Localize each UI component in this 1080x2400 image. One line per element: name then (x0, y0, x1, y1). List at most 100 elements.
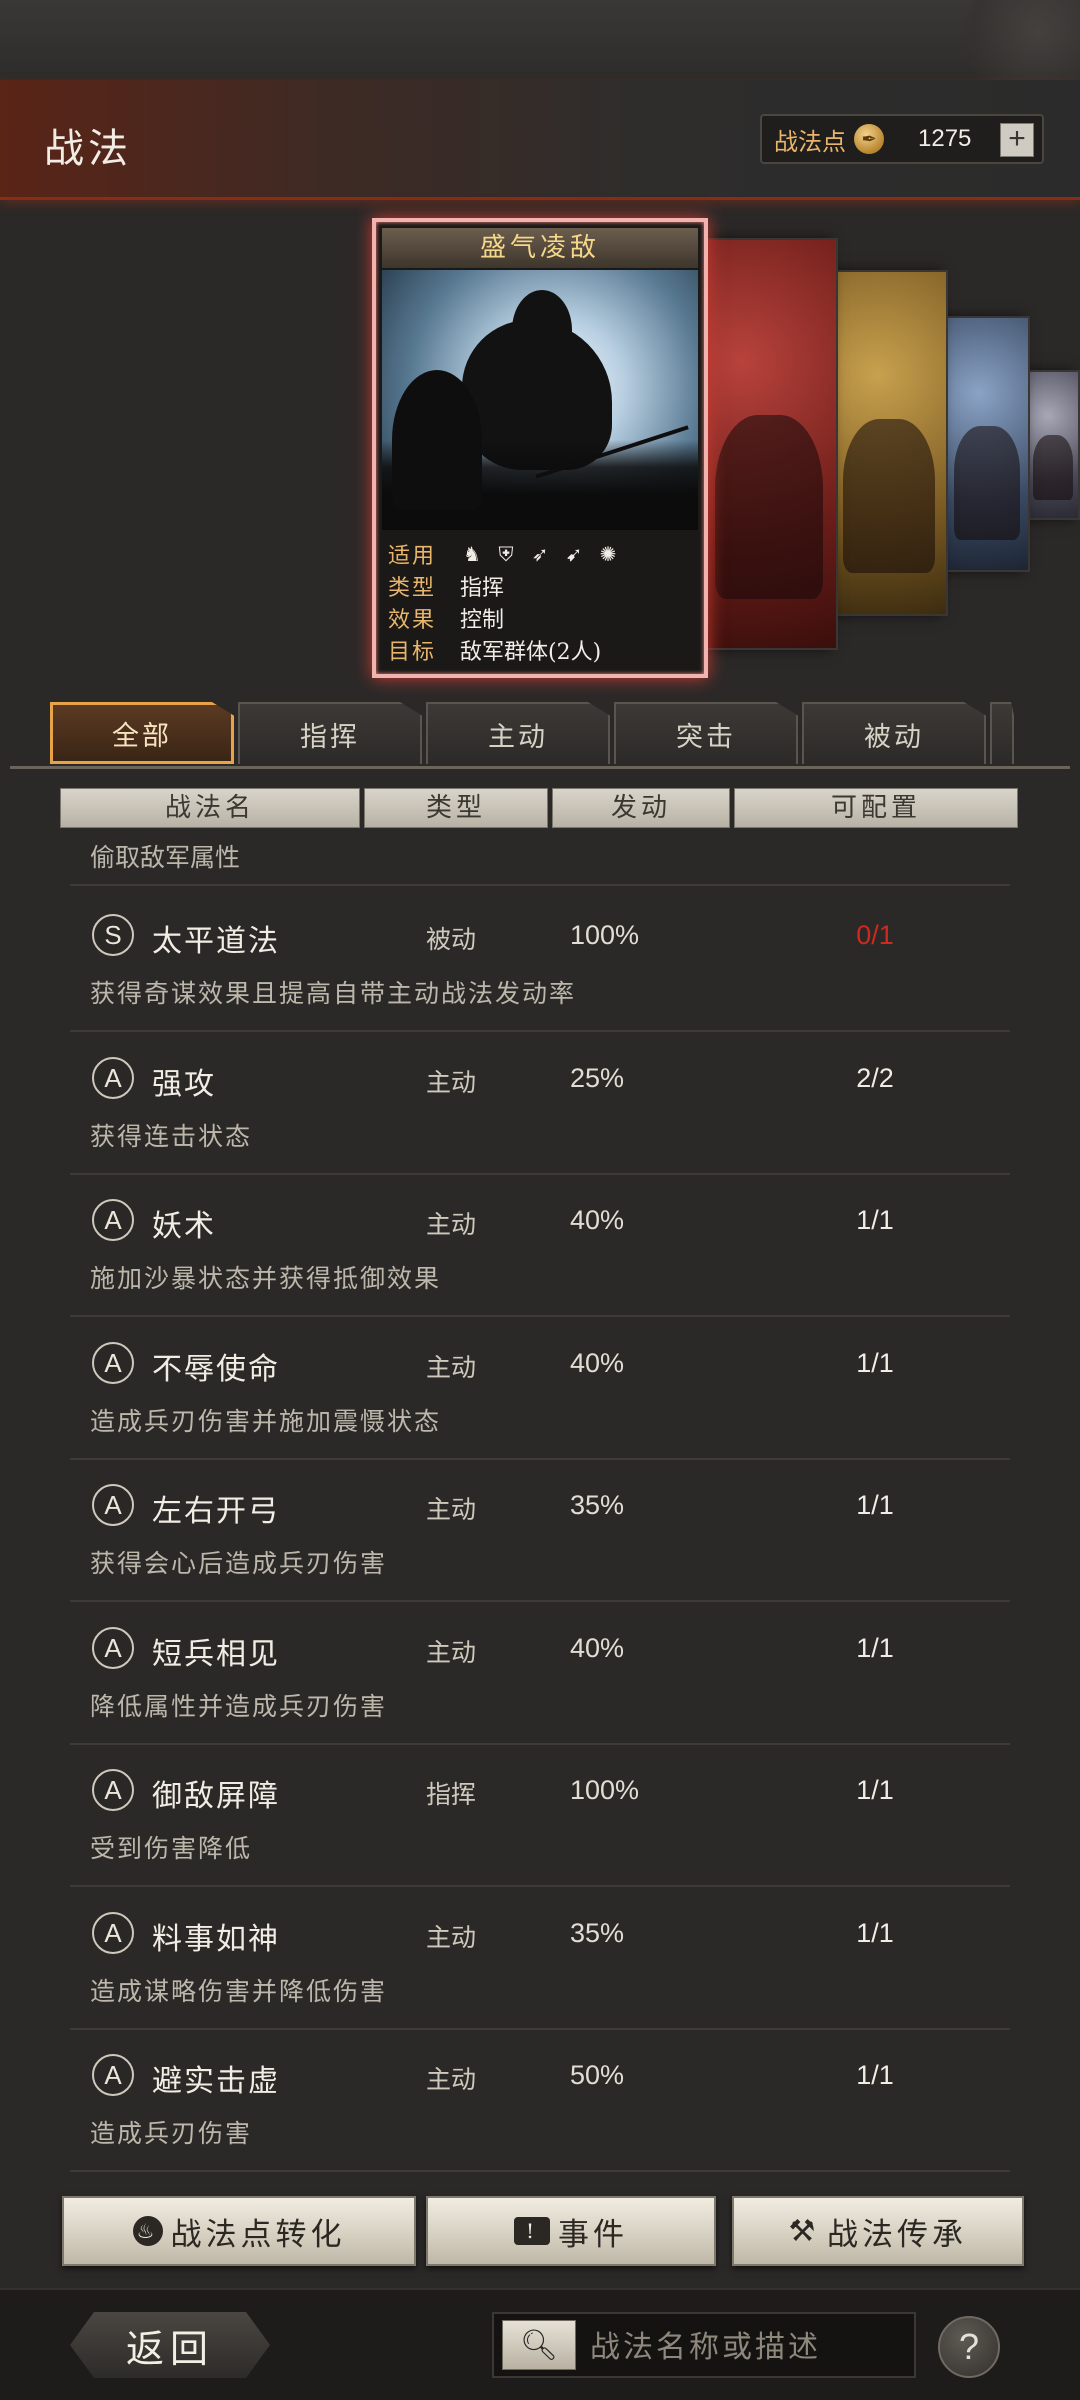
top-decoration (0, 0, 1080, 80)
back-button[interactable]: 返回 (70, 2312, 270, 2378)
spear-icon: ➹ (565, 542, 583, 566)
card-art (715, 415, 823, 600)
wheel-icon: ✺ (599, 542, 617, 566)
tactic-name: 太平道法 (152, 924, 280, 959)
tactic-description: 施加沙暴状态并获得抵御效果 (90, 1264, 442, 1293)
list-item[interactable]: A 不辱使命 主动 40% 1/1 造成兵刃伤害并施加震慑状态 (70, 1318, 1010, 1460)
tactic-name: 短兵相见 (152, 1636, 280, 1672)
events-button[interactable]: ! 事件 (426, 2196, 716, 2266)
tactic-list[interactable]: 偷取敌军属性 S 太平道法 被动 100% 0/1 获得奇谋效果且提高自带主动战法发动率 A… (0, 840, 1080, 2180)
target-value: 敌军群体(2人) (460, 640, 602, 665)
available-count: 1/1 (856, 1917, 894, 1948)
available-count: 1/1 (856, 1490, 894, 1520)
tactic-type: 主动 (426, 1922, 477, 1952)
tactic-description: 获得奇谋效果且提高自带主动战法发动率 (90, 979, 577, 1008)
grade-badge: A (92, 1341, 134, 1384)
list-item[interactable]: A 强攻 主动 25% 2/2 获得连击状态 (70, 1033, 1010, 1175)
list-item[interactable]: A 妖术 主动 40% 1/1 施加沙暴状态并获得抵御效果 (70, 1175, 1010, 1317)
tactic-name: 左右开弓 (152, 1494, 280, 1529)
available-count: 2/2 (856, 1062, 894, 1093)
points-label: 战法点 (774, 127, 846, 156)
shield-icon: ⛨ (498, 542, 514, 566)
unit-type-icons: ♞ ⛨ ➶ ➹ ✺ (460, 542, 620, 566)
inherit-tactic-label: 战法传承 (827, 2216, 967, 2253)
card-title: 盛气凌敌 (382, 228, 698, 268)
type-label: 类型 (388, 576, 437, 601)
grade-badge: A (92, 2054, 134, 2096)
tactic-description: 造成兵刃伤害 (90, 2119, 253, 2148)
tactic-type: 主动 (426, 1067, 477, 1097)
list-item[interactable]: A 左右开弓 主动 35% 1/1 获得会心后造成兵刃伤害 (70, 1460, 1010, 1602)
trigger-rate: 25% (570, 1062, 625, 1093)
cloud-ornament (940, 0, 1080, 80)
column-header-name[interactable]: 战法名 (60, 788, 360, 828)
tactic-description: 造成兵刃伤害并施加震慑状态 (90, 1406, 442, 1436)
featured-tactic-card[interactable]: 盛气凌敌 适用 ♞ ⛨ ➶ ➹ ✺ 类型 指挥 效果 控制 目标 敌军群体(2人… (372, 218, 708, 678)
card-preview[interactable] (944, 316, 1030, 572)
tab-assault[interactable]: 突击 (614, 702, 798, 764)
search-box: 🔍︎ (492, 2312, 916, 2378)
grade-badge: A (92, 1769, 134, 1811)
list-item[interactable]: A 料事如神 主动 35% 1/1 造成谋略伤害并降低伤害 (70, 1888, 1010, 2030)
search-input[interactable] (590, 2324, 900, 2370)
tab-all[interactable]: 全部 (50, 702, 234, 764)
tactic-type: 指挥 (426, 1780, 477, 1809)
card-preview[interactable] (700, 238, 838, 650)
cavalry-icon: ♞ (463, 542, 481, 566)
column-header-available[interactable]: 可配置 (734, 788, 1018, 828)
grade-badge: A (92, 1056, 134, 1099)
trigger-rate: 35% (570, 1917, 625, 1948)
card-art (954, 426, 1020, 540)
grade-badge: A (92, 1911, 134, 1954)
type-row: 类型 指挥 (388, 570, 692, 602)
list-item[interactable]: A 御敌屏障 指挥 100% 1/1 受到伤害降低 (70, 1745, 1010, 1887)
tactic-type: 主动 (426, 2065, 477, 2094)
card-preview[interactable] (1026, 370, 1080, 520)
inherit-tactic-button[interactable]: ⚒ 战法传承 (732, 2196, 1024, 2266)
page-title: 战法 (44, 126, 132, 172)
card-art (843, 419, 935, 573)
flame-icon: ♨ (132, 2216, 163, 2246)
grade-badge: A (92, 1199, 134, 1241)
alert-icon: ! (514, 2217, 550, 2245)
search-icon: 🔍︎ (519, 2327, 559, 2363)
tactic-description: 获得会心后造成兵刃伤害 (90, 1549, 388, 1578)
tactic-description: 造成谋略伤害并降低伤害 (90, 1976, 388, 2006)
card-preview[interactable] (830, 270, 948, 616)
help-button[interactable]: ? (938, 2316, 1000, 2378)
tactic-card-carousel[interactable]: 盛气凌敌 适用 ♞ ⛨ ➶ ➹ ✺ 类型 指挥 效果 控制 目标 敌军群体(2人… (0, 210, 1080, 680)
tab-command[interactable]: 指挥 (238, 702, 422, 764)
soldier-silhouette (392, 370, 482, 510)
available-count: 1/1 (856, 1775, 894, 1805)
available-count: 1/1 (856, 1632, 894, 1663)
feather-coin-icon: ✒ (854, 124, 884, 154)
hammer-icon: ⚒ (788, 2213, 820, 2249)
grade-badge: A (92, 1626, 134, 1669)
available-count: 1/1 (856, 1347, 894, 1378)
apply-row: 适用 ♞ ⛨ ➶ ➹ ✺ (388, 538, 692, 570)
list-item[interactable]: S 太平道法 被动 100% 0/1 获得奇谋效果且提高自带主动战法发动率 (70, 890, 1010, 1032)
column-header-rate[interactable]: 发动 (552, 788, 730, 828)
add-points-button[interactable]: + (1000, 123, 1034, 157)
divider (70, 884, 1010, 886)
tactic-category-tabs: 全部 指挥 主动 突击 被动 (50, 702, 1014, 768)
rider-silhouette (512, 290, 572, 370)
effect-value: 控制 (460, 608, 505, 633)
tactic-type: 主动 (426, 1352, 477, 1382)
tactic-type: 主动 (426, 1210, 477, 1239)
tab-passive[interactable]: 被动 (802, 702, 986, 764)
apply-label: 适用 (388, 544, 437, 569)
list-item[interactable]: A 短兵相见 主动 40% 1/1 降低属性并造成兵刃伤害 (70, 1603, 1010, 1745)
tactic-name: 避实击虚 (152, 2064, 280, 2099)
list-item-desc: 偷取敌军属性 (90, 843, 241, 872)
available-count: 0/1 (856, 920, 894, 950)
tactic-description: 获得连击状态 (90, 1121, 253, 1151)
list-item[interactable]: A 避实击虚 主动 50% 1/1 造成兵刃伤害 (70, 2030, 1010, 2172)
column-header-type[interactable]: 类型 (364, 788, 548, 828)
search-button[interactable]: 🔍︎ (502, 2320, 576, 2370)
convert-points-button[interactable]: ♨ 战法点转化 (62, 2196, 416, 2266)
trigger-rate: 35% (570, 1490, 625, 1520)
tab-overflow[interactable] (990, 702, 1014, 764)
target-row: 目标 敌军群体(2人) (388, 634, 692, 666)
tab-active[interactable]: 主动 (426, 702, 610, 764)
